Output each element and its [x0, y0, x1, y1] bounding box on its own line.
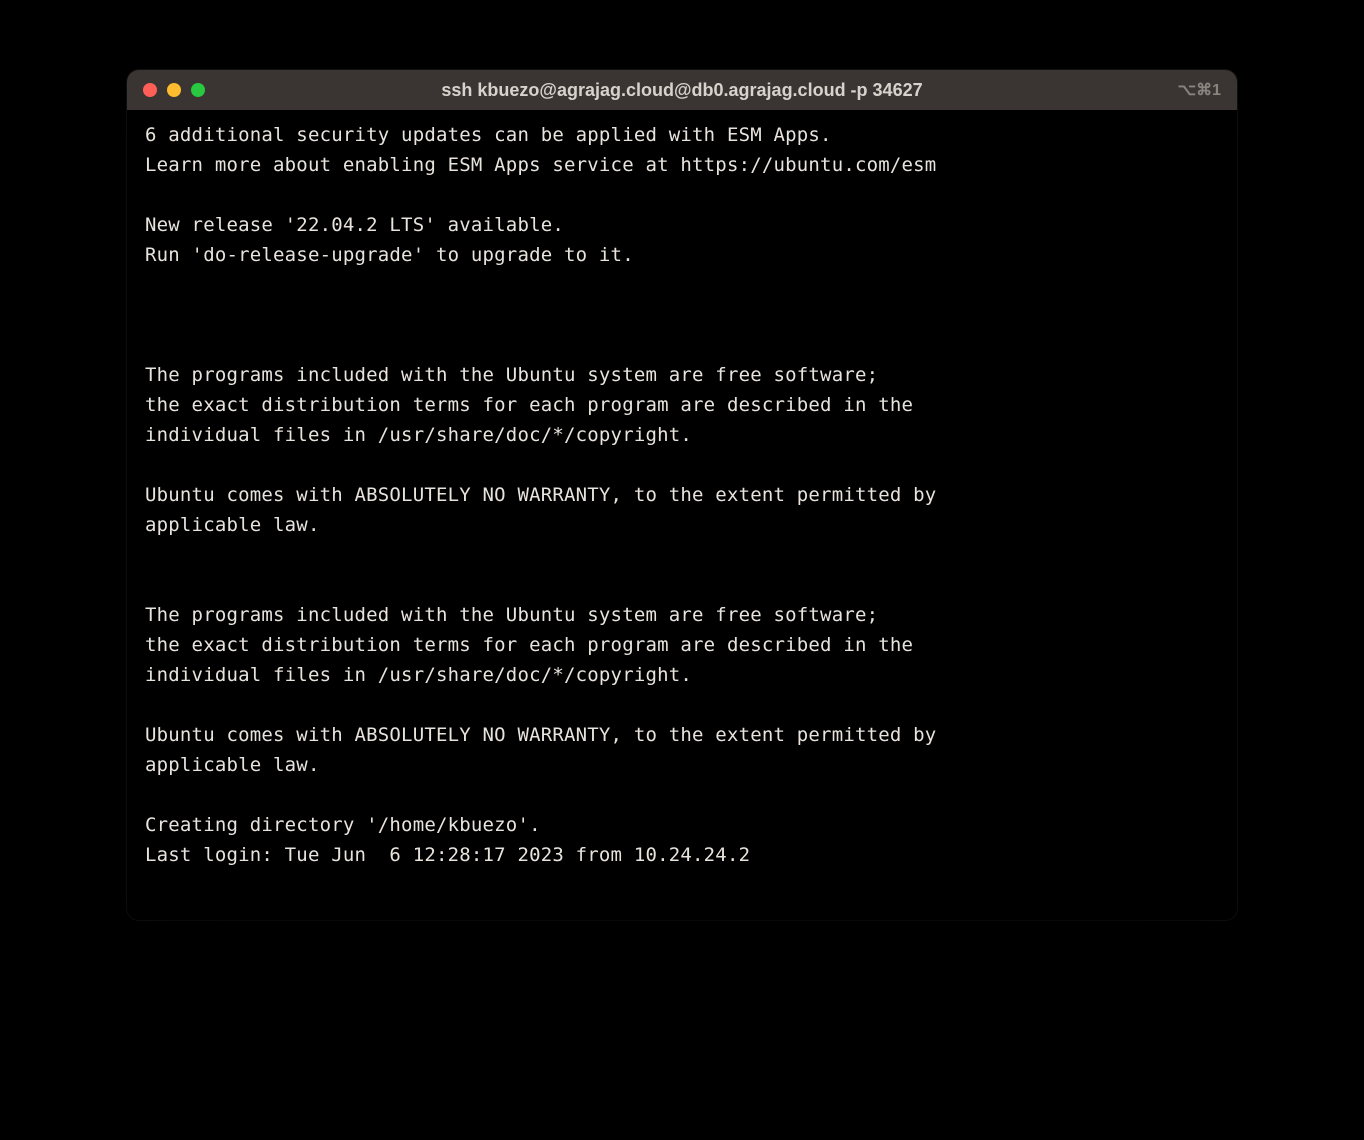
terminal-line: individual files in /usr/share/doc/*/cop…: [145, 660, 1219, 690]
terminal-line: The programs included with the Ubuntu sy…: [145, 360, 1219, 390]
terminal-line: Ubuntu comes with ABSOLUTELY NO WARRANTY…: [145, 720, 1219, 750]
terminal-line: The programs included with the Ubuntu sy…: [145, 600, 1219, 630]
terminal-line: [145, 330, 1219, 360]
terminal-line: [145, 180, 1219, 210]
terminal-line: New release '22.04.2 LTS' available.: [145, 210, 1219, 240]
terminal-line: applicable law.: [145, 510, 1219, 540]
terminal-line: [145, 450, 1219, 480]
terminal-line: 6 additional security updates can be app…: [145, 120, 1219, 150]
close-button[interactable]: [143, 83, 157, 97]
terminal-line: [145, 570, 1219, 600]
titlebar[interactable]: ssh kbuezo@agrajag.cloud@db0.agrajag.clo…: [127, 70, 1237, 110]
terminal-line: [145, 300, 1219, 330]
terminal-line: Ubuntu comes with ABSOLUTELY NO WARRANTY…: [145, 480, 1219, 510]
terminal-line: [145, 540, 1219, 570]
terminal-line: individual files in /usr/share/doc/*/cop…: [145, 420, 1219, 450]
terminal-line: Run 'do-release-upgrade' to upgrade to i…: [145, 240, 1219, 270]
terminal-line: Learn more about enabling ESM Apps servi…: [145, 150, 1219, 180]
shortcut-hint: ⌥⌘1: [1178, 80, 1221, 100]
terminal-line: the exact distribution terms for each pr…: [145, 630, 1219, 660]
terminal-line: the exact distribution terms for each pr…: [145, 390, 1219, 420]
terminal-line: Creating directory '/home/kbuezo'.: [145, 810, 1219, 840]
terminal-line: Last login: Tue Jun 6 12:28:17 2023 from…: [145, 840, 1219, 870]
window-title: ssh kbuezo@agrajag.cloud@db0.agrajag.clo…: [127, 80, 1237, 101]
terminal-line: [145, 270, 1219, 300]
traffic-lights: [143, 83, 205, 97]
terminal-line: [145, 780, 1219, 810]
terminal-body[interactable]: 6 additional security updates can be app…: [127, 110, 1237, 920]
minimize-button[interactable]: [167, 83, 181, 97]
terminal-window: ssh kbuezo@agrajag.cloud@db0.agrajag.clo…: [127, 70, 1237, 920]
terminal-line: [145, 690, 1219, 720]
maximize-button[interactable]: [191, 83, 205, 97]
terminal-line: applicable law.: [145, 750, 1219, 780]
